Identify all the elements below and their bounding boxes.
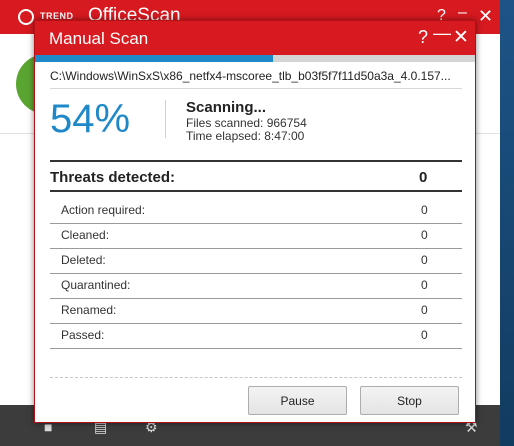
threats-detected-count: 0 — [419, 169, 428, 186]
time-elapsed: Time elapsed: 8:47:00 — [186, 129, 305, 143]
scan-progress-fill — [35, 55, 273, 62]
trend-logo-icon — [18, 9, 34, 25]
current-scan-path: C:\Windows\WinSxS\x86_netfx4-mscoree_tlb… — [50, 69, 451, 83]
stat-value: 0 — [421, 228, 428, 242]
help-icon[interactable]: ? — [418, 27, 428, 48]
divider — [50, 190, 462, 192]
bg-close-icon[interactable]: ✕ — [478, 6, 493, 27]
divider — [165, 100, 166, 138]
manual-scan-dialog: Manual Scan ? — ✕ C:\Windows\WinSxS\x86_… — [34, 20, 476, 423]
stat-value: 0 — [421, 328, 428, 342]
stat-value: 0 — [421, 203, 428, 217]
divider — [50, 377, 462, 378]
stat-label: Action required: — [61, 203, 146, 217]
stat-row: Renamed: 0 — [50, 298, 462, 324]
divider — [50, 88, 462, 89]
scan-progress-bar — [35, 55, 475, 62]
stat-label: Renamed: — [61, 303, 117, 317]
pause-button[interactable]: Pause — [248, 386, 347, 415]
stat-value: 0 — [421, 278, 428, 292]
scan-status: Scanning... — [186, 99, 267, 116]
stat-value: 0 — [421, 253, 428, 267]
stat-row: Passed: 0 — [50, 323, 462, 349]
close-icon[interactable]: ✕ — [453, 26, 469, 49]
divider — [50, 160, 462, 162]
stat-row: Deleted: 0 — [50, 248, 462, 274]
dialog-titlebar[interactable]: Manual Scan ? — ✕ — [35, 21, 475, 55]
stat-row: Action required: 0 — [50, 198, 462, 224]
stat-label: Cleaned: — [61, 228, 110, 242]
divider — [50, 348, 462, 349]
stat-label: Passed: — [61, 328, 105, 342]
minimize-icon[interactable]: — — [433, 23, 451, 44]
stat-label: Quarantined: — [61, 278, 131, 292]
files-scanned: Files scanned: 966754 — [186, 116, 307, 130]
stat-value: 0 — [421, 303, 428, 317]
stat-row: Quarantined: 0 — [50, 273, 462, 299]
threats-detected-label: Threats detected: — [50, 169, 176, 186]
scan-percent: 54% — [50, 97, 131, 141]
dialog-title: Manual Scan — [49, 29, 149, 48]
stop-button[interactable]: Stop — [360, 386, 459, 415]
stat-label: Deleted: — [61, 253, 106, 267]
stat-row: Cleaned: 0 — [50, 223, 462, 249]
